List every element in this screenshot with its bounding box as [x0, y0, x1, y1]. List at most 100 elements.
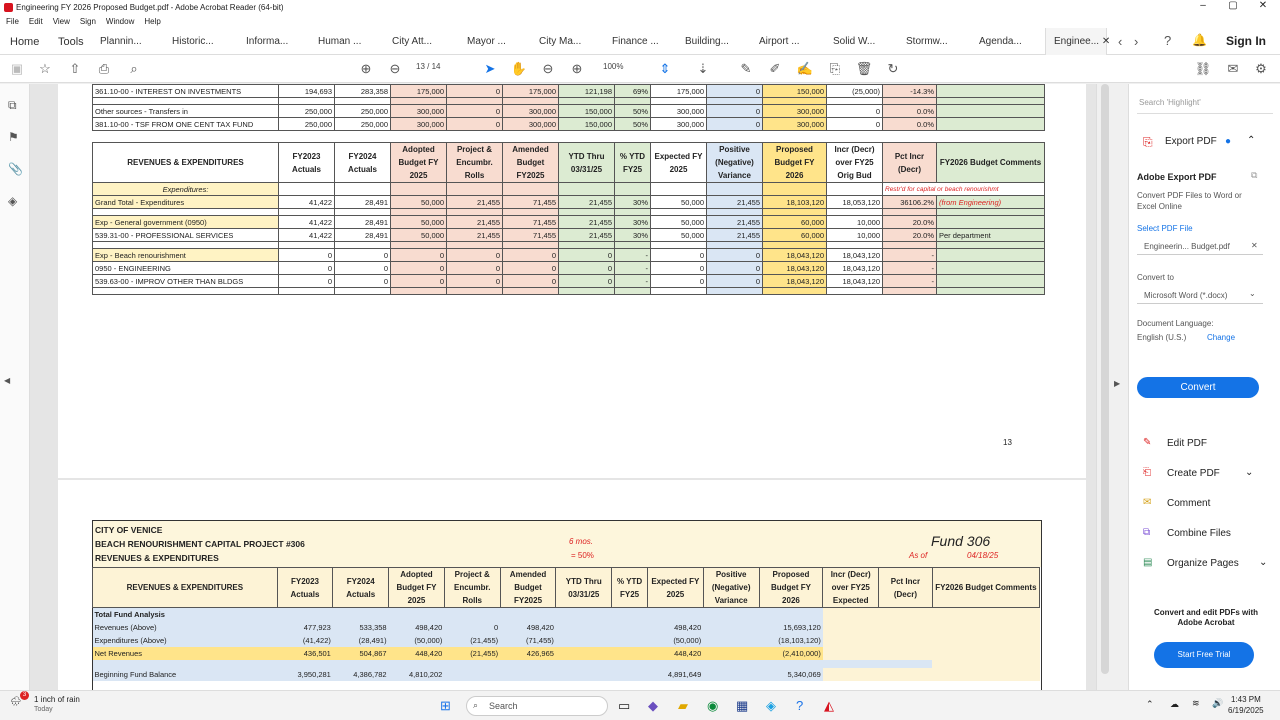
- network-icon[interactable]: ☁: [1170, 699, 1179, 710]
- page-indicator[interactable]: 13 / 14: [416, 62, 440, 71]
- scroll-thumb[interactable]: [1101, 84, 1109, 674]
- delete-icon[interactable]: 🗑: [855, 61, 873, 77]
- acrobat-taskbar-icon[interactable]: ◭: [824, 698, 834, 714]
- tab-document[interactable]: Human ...: [318, 36, 361, 47]
- help-app-icon[interactable]: ?: [796, 698, 803, 713]
- edge-icon[interactable]: ◉: [707, 698, 718, 714]
- clock-time[interactable]: 1:43 PM: [1231, 695, 1261, 704]
- comment-icon[interactable]: ✎: [737, 61, 755, 77]
- export-pdf-title[interactable]: Export PDF: [1165, 136, 1217, 147]
- menu-window[interactable]: Window: [106, 17, 134, 26]
- tray-chevron-icon[interactable]: ⌃: [1146, 699, 1154, 710]
- save-icon[interactable]: ▣: [8, 61, 26, 77]
- page-down-icon[interactable]: ⊖: [386, 61, 404, 77]
- more-tools-icon[interactable]: ⚙: [1252, 61, 1270, 77]
- menu-sign[interactable]: Sign: [80, 17, 96, 26]
- tab-document[interactable]: Mayor ...: [467, 36, 506, 47]
- task-view-icon[interactable]: ▭: [618, 698, 630, 714]
- tab-document[interactable]: Building...: [685, 36, 729, 47]
- tool-comment[interactable]: Comment: [1167, 498, 1210, 509]
- print-icon[interactable]: ⎙: [95, 61, 113, 77]
- close-button[interactable]: ✕: [1248, 0, 1278, 11]
- tab-document[interactable]: Stormw...: [906, 36, 948, 47]
- menu-help[interactable]: Help: [144, 17, 160, 26]
- rotate-icon[interactable]: ↻: [884, 61, 902, 77]
- chevron-down-icon[interactable]: ⌄: [1249, 289, 1256, 298]
- tab-document[interactable]: Agenda...: [979, 36, 1022, 47]
- change-language-link[interactable]: Change: [1207, 333, 1235, 342]
- chevron-left-icon[interactable]: ‹: [1118, 34, 1122, 49]
- tab-document[interactable]: Historic...: [172, 36, 214, 47]
- hand-tool-icon[interactable]: ✋: [510, 61, 528, 77]
- chevron-down-icon[interactable]: ⌄: [1245, 467, 1253, 478]
- help-icon[interactable]: ?: [1164, 33, 1171, 48]
- minimize-button[interactable]: –: [1188, 0, 1218, 11]
- format-select[interactable]: Microsoft Word (*.docx): [1144, 291, 1227, 300]
- tab-document[interactable]: Airport ...: [759, 36, 800, 47]
- link-icon[interactable]: ⛓: [1194, 61, 1212, 77]
- close-tab-icon[interactable]: ✕: [1102, 36, 1110, 47]
- weather-text[interactable]: 1 inch of rain: [34, 695, 80, 704]
- layers-icon[interactable]: ◈: [8, 194, 17, 208]
- expand-right-icon[interactable]: ▶: [1114, 379, 1120, 388]
- tool-edit-pdf[interactable]: Edit PDF: [1167, 438, 1207, 449]
- clock-date[interactable]: 6/19/2025: [1228, 706, 1264, 715]
- edit-icon[interactable]: ⎘: [826, 61, 844, 77]
- bell-icon[interactable]: 🔔: [1192, 33, 1207, 47]
- collapse-left-icon[interactable]: ◀: [4, 376, 10, 385]
- tool-search-input[interactable]: Search 'Highlight': [1137, 98, 1273, 114]
- bookmarks-icon[interactable]: ⚑: [8, 130, 19, 144]
- volume-icon[interactable]: 🔊: [1212, 698, 1223, 709]
- pages-icon[interactable]: ⧉: [8, 98, 17, 113]
- tab-document[interactable]: City Att...: [392, 36, 432, 47]
- email-icon[interactable]: ✉: [1224, 61, 1242, 77]
- tool-create-pdf[interactable]: Create PDF: [1167, 468, 1220, 479]
- tab-document[interactable]: City Ma...: [539, 36, 581, 47]
- taskbar-search[interactable]: ⌕ Search: [466, 696, 608, 716]
- tool-combine-files[interactable]: Combine Files: [1167, 528, 1231, 539]
- attachments-icon[interactable]: 📎: [8, 162, 23, 176]
- scroll-mode-icon[interactable]: ⇣: [694, 61, 712, 77]
- wifi-icon[interactable]: ≋: [1192, 698, 1200, 709]
- maximize-button[interactable]: ▢: [1218, 0, 1248, 11]
- bookmark-star-icon[interactable]: ☆: [36, 61, 54, 77]
- page-up-icon[interactable]: ⊕: [357, 61, 375, 77]
- windows-start-icon[interactable]: ⊞: [440, 698, 451, 714]
- tab-document[interactable]: Solid W...: [833, 36, 875, 47]
- teams-icon[interactable]: ◆: [648, 698, 658, 714]
- clear-file-icon[interactable]: ✕: [1251, 241, 1258, 250]
- zoom-in-icon[interactable]: ⊕: [568, 61, 586, 77]
- menu-file[interactable]: File: [6, 17, 19, 26]
- start-trial-button[interactable]: Start Free Trial: [1154, 642, 1254, 668]
- pin-icon[interactable]: ⧉: [1251, 170, 1257, 181]
- select-cursor-icon[interactable]: ➤: [481, 61, 499, 77]
- zoom-level[interactable]: 100%: [603, 62, 623, 71]
- draw-icon[interactable]: ✍: [796, 61, 814, 77]
- highlight-icon[interactable]: ✐: [766, 61, 784, 77]
- tab-engineering-active[interactable]: Enginee... ✕: [1045, 28, 1110, 55]
- app-icon[interactable]: ◈: [766, 698, 776, 714]
- chevron-right-icon[interactable]: ›: [1134, 34, 1138, 49]
- chevron-down-icon[interactable]: ⌄: [1259, 557, 1267, 568]
- tab-document[interactable]: Informa...: [246, 36, 288, 47]
- tab-tools[interactable]: Tools: [58, 36, 84, 48]
- document-view[interactable]: 361.10-00 - INTEREST ON INVESTMENTS 194,6…: [30, 84, 1112, 690]
- sign-in-button[interactable]: Sign In: [1226, 34, 1266, 48]
- file-explorer-icon[interactable]: ▰: [678, 698, 688, 714]
- upload-icon[interactable]: ⇧: [66, 61, 84, 77]
- vertical-scrollbar[interactable]: [1096, 84, 1112, 690]
- selected-file[interactable]: Engineerin... Budget.pdf: [1144, 242, 1230, 251]
- store-icon[interactable]: ▦: [736, 698, 748, 714]
- menu-edit[interactable]: Edit: [29, 17, 43, 26]
- fit-page-icon[interactable]: ⇕: [656, 61, 674, 77]
- tab-document[interactable]: Plannin...: [100, 36, 142, 47]
- page-current[interactable]: 13: [416, 62, 425, 71]
- tab-document[interactable]: Finance ...: [612, 36, 659, 47]
- tab-home[interactable]: Home: [10, 36, 39, 48]
- convert-button[interactable]: Convert: [1137, 377, 1259, 398]
- menu-view[interactable]: View: [53, 17, 70, 26]
- chevron-up-icon[interactable]: ⌃: [1247, 135, 1255, 146]
- tool-organize-pages[interactable]: Organize Pages: [1167, 558, 1239, 569]
- zoom-out-icon[interactable]: ⊖: [539, 61, 557, 77]
- zoom-search-icon[interactable]: ⌕: [125, 61, 143, 77]
